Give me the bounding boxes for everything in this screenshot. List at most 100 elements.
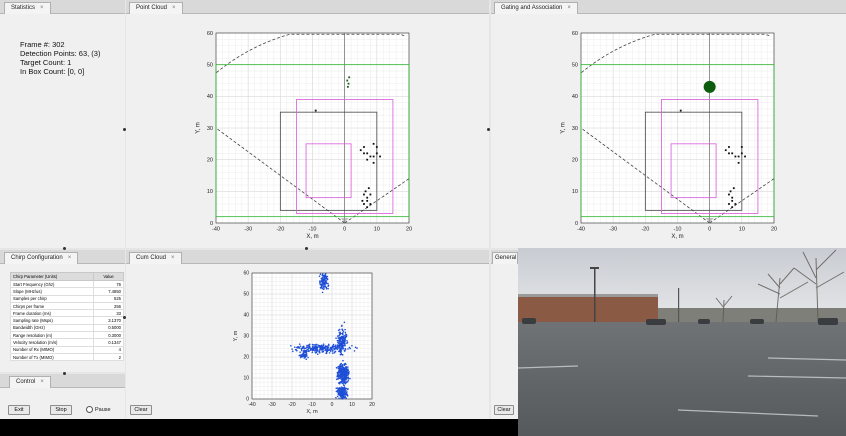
cumulative-point [347,376,349,378]
cumulative-point [336,371,339,374]
tab-general[interactable]: General [492,252,518,264]
close-icon[interactable]: × [40,5,44,11]
cumulative-point [292,350,294,353]
cumulative-point [324,275,327,278]
parameter-name: Start Frequency (Ghz) [9,279,95,289]
gating-plot[interactable]: -40 -30 -20 -10 0 10 20 0 10 20 30 40 50 60 X, m Y, m [491,15,846,248]
clear-button[interactable]: Clear [130,405,152,415]
y-tick-label: 0 [575,221,578,227]
point-cloud-plot[interactable]: -40 -30 -20 -10 0 10 20 0 10 20 30 40 50 60 X, m Y, m [126,15,489,248]
cumulative-point [341,365,343,368]
parameter-name: Slope (MHz/us) [9,287,95,296]
cumulative-point [299,351,301,353]
cumulative-point [341,324,343,327]
stop-button[interactable]: Stop [50,405,72,415]
close-icon[interactable]: × [68,255,72,261]
pause-radio[interactable] [86,406,93,413]
cumulative-tabbar: Cum Cloud × [126,250,489,264]
control-tabbar: Control × [0,374,125,388]
splitter-handle[interactable] [305,247,308,250]
cumulative-point [341,397,344,399]
cumulative-point [315,343,318,346]
cumulative-point [318,275,321,277]
parameter-value: 0.1347 [93,338,124,347]
cumulative-point [307,356,309,359]
cumulative-point [324,349,327,351]
x-tick-label: -10 [308,402,315,408]
cumulative-cloud-plot[interactable]: -40 -30 -20 -10 0 10 20 0 10 20 30 40 50 60 X, m Y, m [126,265,489,419]
cumulative-point [331,349,334,352]
cumulative-point [321,273,324,275]
cumulative-point [306,344,308,347]
y-axis-label: Y, m [561,122,567,134]
cumulative-point [327,343,330,346]
detection-point [728,193,730,196]
parameter-name: Number of Rx (MIMO) [9,345,95,354]
detection-point [363,203,365,205]
cumulative-point [304,347,307,350]
cumulative-point [337,377,340,379]
close-icon[interactable]: × [172,5,176,11]
table-row: Frame duration (ms) 33 [9,309,124,318]
splitter-handle[interactable] [63,372,66,375]
cumulative-point [349,347,352,350]
close-icon[interactable]: × [567,5,571,11]
splitter-handle[interactable] [123,128,126,131]
cumulative-point [347,379,350,381]
cumulative-point [305,358,308,361]
cumulative-point [317,344,320,347]
tab-control[interactable]: Control × [9,376,51,388]
table-row: Start Frequency (Ghz) 76 [9,279,124,289]
tab-label: Point Cloud [136,5,168,11]
parameter-value: 33 [93,309,124,318]
detection-point [366,158,369,161]
general-panel: General Clear [491,250,518,419]
cumulative-point [342,378,345,381]
y-tick-label: 30 [207,126,213,132]
y-tick-label: 0 [210,221,213,227]
parameter-value: 76 [93,279,124,289]
detection-point [372,142,375,145]
splitter-handle[interactable] [123,316,126,319]
cumulative-point [343,336,346,339]
x-tick-label: -40 [577,227,585,233]
point-cloud-tabbar: Point Cloud × [126,0,489,14]
cumulative-point [339,370,342,372]
cumulative-point [345,391,347,394]
clear-button-general[interactable]: Clear [494,405,514,415]
app-window: Statistics × Frame #: 302 Detection Point… [0,0,846,436]
cumulative-point [335,387,338,390]
splitter-handle[interactable] [487,128,490,131]
cumulative-point [308,343,311,346]
cumulative-point [321,279,323,281]
x-tick-label: -40 [212,227,220,233]
exit-button[interactable]: Exit [8,405,30,415]
detection-point [729,190,732,193]
cumulative-point [307,350,310,352]
detection-point [363,193,365,196]
splitter-handle[interactable] [63,247,66,250]
close-icon[interactable]: × [40,379,44,385]
cumulative-point [306,346,308,348]
cumulative-point [343,350,346,352]
cumulative-point [325,352,327,355]
x-axis-label: X, m [671,234,683,240]
tab-point-cloud[interactable]: Point Cloud × [129,2,183,14]
cumulative-point [322,288,325,291]
x-tick-label: 0 [708,227,711,233]
tab-cumulative-cloud[interactable]: Cum Cloud × [129,252,182,264]
close-icon[interactable]: × [171,255,175,261]
cumulative-point [301,353,304,356]
tab-chirp-configuration[interactable]: Chirp Configuration × [4,252,79,264]
cumulative-point [319,273,322,275]
table-row: Number of Tx (MIMO) 2 [9,352,124,362]
control-panel: Control × Exit Stop Pause [0,374,125,419]
tab-statistics[interactable]: Statistics × [4,2,51,14]
tab-gating[interactable]: Gating and Association × [494,2,578,14]
cumulative-point [344,380,346,383]
y-tick-label: 60 [243,271,249,277]
cumulative-point [341,374,343,376]
cumulative-point [337,335,339,337]
parameter-name: Chirps per frame [9,301,95,311]
cumulative-point [341,382,344,385]
